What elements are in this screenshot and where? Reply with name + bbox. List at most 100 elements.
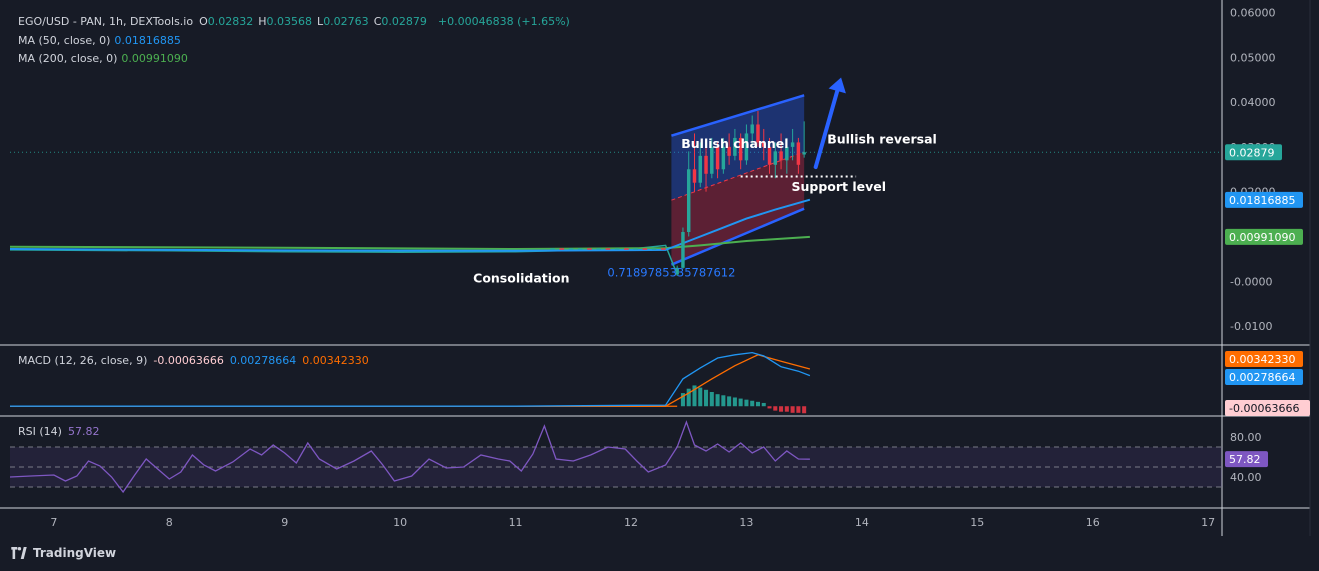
ohlc-item-value: 0.02879 <box>381 15 427 28</box>
macd-signal-value: 0.00342330 <box>302 354 369 367</box>
price-tick-label: 0.06000 <box>1230 6 1276 19</box>
macd-histogram-bar <box>715 394 720 407</box>
time-tick-label: 15 <box>970 516 984 529</box>
time-tick-label: 17 <box>1201 516 1215 529</box>
ma50-label: MA (50, close, 0) <box>18 34 111 47</box>
ohlc-item-value: 0.02832 <box>207 15 254 28</box>
candle-body <box>704 155 708 174</box>
candle-body <box>802 152 806 155</box>
ohlc-item: H0.03568 <box>258 15 312 28</box>
macd-hist-badge-text: -0.00063666 <box>1229 402 1299 415</box>
price-badge: 0.00991090 <box>1225 228 1303 245</box>
candle-body <box>681 232 685 268</box>
candle-body <box>750 124 754 134</box>
macd-line-badge: 0.00278664 <box>1225 369 1303 385</box>
time-tick-label: 7 <box>50 516 57 529</box>
ma200-legend[interactable]: MA (200, close, 0) 0.00991090 <box>18 52 194 65</box>
price-badge: 0.01816885 <box>1225 191 1303 208</box>
tradingview-brand[interactable]: TradingView <box>10 545 116 561</box>
price-badge: 0.02879 <box>1225 144 1282 161</box>
macd-line-value: 0.00278664 <box>229 354 297 367</box>
time-tick-label: 14 <box>855 516 869 529</box>
time-tick-label: 11 <box>509 516 523 529</box>
macd-histogram-bar <box>721 395 726 407</box>
macd-legend[interactable]: MACD (12, 26, close, 9) -0.00063666 0.0027… <box>18 354 375 367</box>
tradingview-logo-icon <box>11 547 27 559</box>
macd-signal-badge-text: 0.00342330 <box>1229 353 1295 366</box>
price-badge-text: 0.02879 <box>1229 146 1275 159</box>
rsi-badge: 57.82 <box>1225 451 1268 468</box>
macd-histogram-bar <box>709 392 714 407</box>
macd-signal-badge: 0.00342330 <box>1225 351 1303 367</box>
macd-histogram-bar <box>767 406 772 409</box>
support-level-label: Support level <box>791 179 886 194</box>
ohlc-item: O0.02832 <box>199 15 253 28</box>
macd-histogram-bar <box>755 401 760 407</box>
ohlc-item: L0.02763 <box>317 15 369 28</box>
rsi-label: RSI (14) <box>18 425 62 438</box>
ohlc-item-value: 0.03568 <box>266 15 313 28</box>
price-badge-text: 0.00991090 <box>1229 231 1295 244</box>
macd-histogram-bar <box>738 398 743 407</box>
price-tick-label: 0.04000 <box>1230 96 1276 109</box>
level-value-label: 0.7189785335787612 <box>607 265 735 279</box>
price-badge-text: 0.01816885 <box>1229 194 1295 207</box>
candle-body <box>790 142 795 147</box>
ma200-value: 0.00991090 <box>121 52 188 65</box>
time-tick-label: 9 <box>281 516 288 529</box>
chart-canvas: 0.060000.050000.040000.030000.020000.010… <box>0 0 1319 571</box>
rsi-legend[interactable]: RSI (14) 57.82 <box>18 425 105 438</box>
ma200-label: MA (200, close, 0) <box>18 52 118 65</box>
price-change: +0.00046838 (+1.65%) <box>437 15 570 28</box>
time-tick-label: 12 <box>624 516 638 529</box>
macd-histogram-bar <box>704 389 709 407</box>
macd-histogram-bar <box>773 406 778 411</box>
rsi-tick-label: 80.00 <box>1230 431 1262 444</box>
ohlc-item-label: O <box>199 15 208 28</box>
rsi-tick-label: 40.00 <box>1230 471 1262 484</box>
rsi-badge-text: 57.82 <box>1229 453 1261 466</box>
candle-body <box>779 151 783 161</box>
macd-histogram-bar <box>750 400 755 407</box>
symbol-legend: EGO/USD - PAN, 1h, DEXTools.io O0.02832 H0… <box>18 15 576 28</box>
brand-name: TradingView <box>33 546 117 560</box>
candle-body <box>773 151 778 165</box>
bullish-channel-label: Bullish channel <box>681 136 788 151</box>
macd-histogram-bar <box>744 399 749 407</box>
price-tick-label: -0.0000 <box>1230 275 1272 288</box>
candle-body <box>686 169 691 232</box>
macd-histogram-bar <box>732 397 737 407</box>
time-tick-label: 10 <box>393 516 407 529</box>
symbol-title: EGO/USD - PAN, 1h, DEXTools.io <box>18 15 194 28</box>
ma50-legend[interactable]: MA (50, close, 0) 0.01816885 <box>18 34 187 47</box>
macd-hist-badge: -0.00063666 <box>1225 400 1310 416</box>
consolidation-label: Consolidation <box>473 271 569 286</box>
candle[interactable] <box>681 227 685 269</box>
macd-histogram-bar <box>698 387 703 407</box>
price-tick-label: 0.05000 <box>1230 51 1276 64</box>
bullish-reversal-label: Bullish reversal <box>827 131 937 146</box>
macd-histogram-bar <box>796 406 801 413</box>
ma50-value: 0.01816885 <box>114 34 181 47</box>
candle-body <box>796 142 801 165</box>
macd-label: MACD (12, 26, close, 9) <box>18 354 148 367</box>
ohlc-values: O0.02832 H0.03568 L0.02763 C0.02879 <box>199 15 432 28</box>
price-tick-label: -0.0100 <box>1230 320 1272 333</box>
time-tick-label: 8 <box>166 516 173 529</box>
ohlc-item-label: H <box>258 15 267 28</box>
macd-histogram-bar <box>686 388 691 407</box>
macd-histogram-bar <box>727 396 732 407</box>
ohlc-item: C0.02879 <box>374 15 427 28</box>
trading-chart[interactable]: 0.060000.050000.040000.030000.020000.010… <box>0 0 1319 571</box>
time-tick-label: 13 <box>739 516 753 529</box>
macd-histogram-bar <box>779 406 784 412</box>
rsi-value: 57.82 <box>67 425 100 438</box>
ohlc-item-value: 0.02763 <box>323 15 369 28</box>
macd-histogram-bar <box>790 406 795 413</box>
macd-histogram-bar <box>784 406 789 412</box>
time-tick-label: 16 <box>1086 516 1100 529</box>
macd-line-badge-text: 0.00278664 <box>1229 371 1295 384</box>
candle-body <box>698 155 702 183</box>
macd-histogram-bar <box>761 402 766 407</box>
candle-body <box>692 169 697 183</box>
